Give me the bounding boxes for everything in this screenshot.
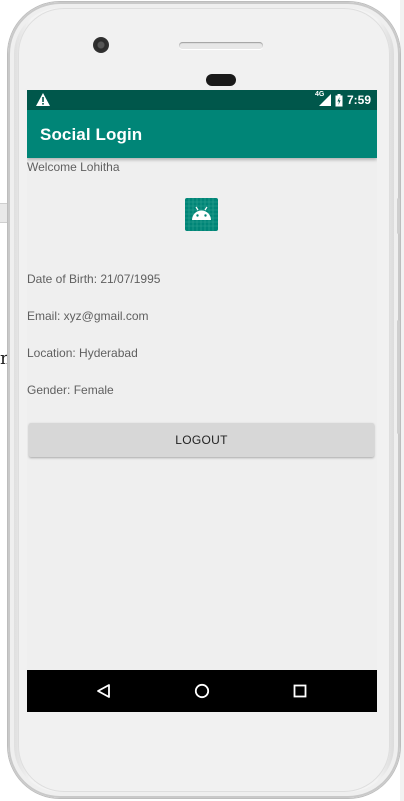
home-icon[interactable] xyxy=(192,681,212,701)
gender-text: Gender: Female xyxy=(27,383,114,397)
earpiece-speaker xyxy=(179,42,263,49)
proximity-sensor xyxy=(206,74,236,86)
background-window-edge xyxy=(400,0,404,801)
battery-icon xyxy=(335,93,343,106)
recents-icon[interactable] xyxy=(290,681,310,701)
location-text: Location: Hyderabad xyxy=(27,346,138,360)
email-text: Email: xyz@gmail.com xyxy=(27,309,149,323)
status-bar: 4G 7:59 xyxy=(27,90,377,110)
navigation-bar xyxy=(27,670,377,712)
power-button xyxy=(397,320,400,434)
status-time: 7:59 xyxy=(346,93,371,107)
front-camera xyxy=(93,37,109,53)
welcome-text: Welcome Lohitha xyxy=(27,160,120,174)
device-screen: 4G 7:59 Social Login Welcome Lohitha Dat… xyxy=(27,90,377,712)
date-of-birth-text: Date of Birth: 21/07/1995 xyxy=(27,272,161,286)
warning-icon xyxy=(36,93,50,106)
android-icon xyxy=(185,198,218,231)
logout-button[interactable]: LOGOUT xyxy=(29,423,374,457)
network-type-label: 4G xyxy=(314,91,325,98)
profile-avatar xyxy=(185,198,218,231)
back-icon[interactable] xyxy=(94,681,114,701)
volume-button xyxy=(397,198,400,234)
status-indicators: 4G 7:59 xyxy=(314,91,371,107)
app-title: Social Login xyxy=(40,125,143,144)
profile-content: Welcome Lohitha Date of Birth: 21/07/199… xyxy=(27,158,377,652)
app-bar: Social Login xyxy=(27,110,377,158)
signal-icon: 4G xyxy=(314,91,331,106)
